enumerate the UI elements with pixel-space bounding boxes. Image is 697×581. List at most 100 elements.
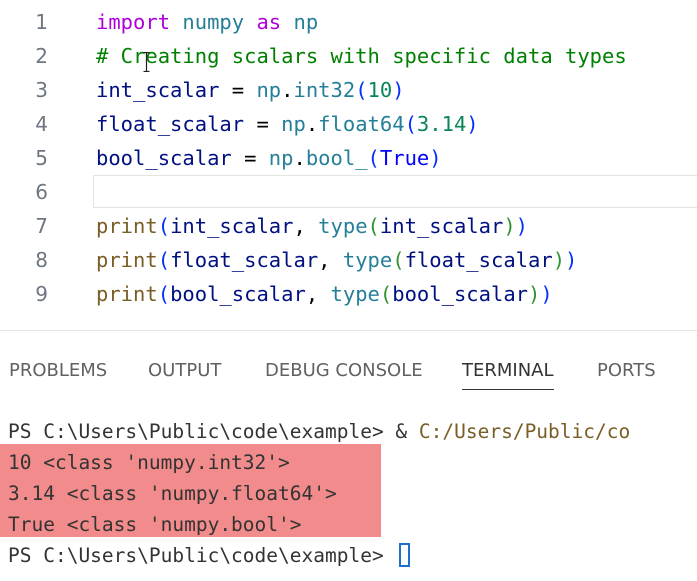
code-text: print(float_scalar, type(float_scalar)) <box>96 243 577 277</box>
code-token: int_scalar <box>379 214 504 238</box>
terminal-output-line: True <class 'numpy.bool'> <box>8 513 302 536</box>
bottom-panel: PROBLEMS OUTPUT DEBUG CONSOLE TERMINAL P… <box>0 330 697 581</box>
code-token: np <box>256 78 282 102</box>
code-token: type <box>330 282 380 306</box>
code-token: ) <box>429 146 442 170</box>
code-token: , <box>305 282 331 306</box>
code-line[interactable]: 3 int_scalar = np.int32(10) <box>0 73 697 107</box>
code-token: ( <box>157 248 171 272</box>
line-number: 4 <box>35 112 48 136</box>
line-number: 1 <box>35 10 48 34</box>
code-token: ( <box>355 78 368 102</box>
line-number: 9 <box>35 282 48 306</box>
code-token: ( <box>379 282 393 306</box>
code-token: bool_scalar <box>170 282 306 306</box>
code-token: = <box>219 78 257 102</box>
code-text: print(bool_scalar, type(bool_scalar)) <box>96 277 553 311</box>
code-token: ) <box>552 248 566 272</box>
code-token: . <box>281 78 294 102</box>
code-text: int_scalar = np.int32(10) <box>96 73 405 107</box>
code-token: ( <box>392 248 405 272</box>
code-token: # Creating scalars with specific data ty… <box>96 44 627 68</box>
code-token: . <box>293 146 306 170</box>
code-token: ( <box>157 282 171 306</box>
code-token: , <box>318 248 343 272</box>
code-token: ( <box>367 146 380 170</box>
code-token: ) <box>540 282 553 306</box>
terminal-output-line: 3.14 <class 'numpy.float64'> <box>8 482 337 505</box>
line-number: 5 <box>35 146 48 170</box>
tab-terminal[interactable]: TERMINAL <box>462 359 554 390</box>
text-cursor-icon <box>143 52 150 72</box>
code-token: print <box>96 282 158 306</box>
line-number: 2 <box>35 44 48 68</box>
tab-ports[interactable]: PORTS <box>597 359 656 389</box>
code-line[interactable]: 6 <box>0 175 697 209</box>
code-text: print(int_scalar, type(int_scalar)) <box>96 209 528 243</box>
terminal-prompt: PS C:\Users\Public\code\example> & <box>8 420 419 443</box>
code-token: , <box>293 214 319 238</box>
code-text: float_scalar = np.float64(3.14) <box>96 107 479 141</box>
code-token: bool_scalar <box>96 146 232 170</box>
code-token: int32 <box>293 78 356 102</box>
code-token: ) <box>466 112 479 136</box>
code-token: type <box>342 248 393 272</box>
terminal-cursor <box>399 543 411 567</box>
line-number: 6 <box>35 180 48 204</box>
code-token: print <box>96 214 158 238</box>
code-line[interactable]: 1 import numpy as np <box>0 5 697 39</box>
code-line[interactable]: 5 bool_scalar = np.bool_(True) <box>0 141 697 175</box>
code-token: bool_ <box>305 146 368 170</box>
code-line[interactable]: 7 print(int_scalar, type(int_scalar)) <box>0 209 697 243</box>
code-token: . <box>305 112 319 136</box>
code-text: # Creating scalars with specific data ty… <box>96 39 627 73</box>
terminal-command-line: PS C:\Users\Public\code\example> & C:/Us… <box>8 416 630 447</box>
code-token: = <box>231 146 269 170</box>
code-token: np <box>268 146 294 170</box>
code-token: True <box>379 146 430 170</box>
code-token: float64 <box>318 112 405 136</box>
code-token: ) <box>503 214 516 238</box>
code-text: bool_scalar = np.bool_(True) <box>96 141 442 175</box>
code-token: ) <box>528 282 541 306</box>
code-text: import numpy as np <box>96 5 318 39</box>
line-number: 7 <box>35 214 48 238</box>
code-token: print <box>96 248 158 272</box>
code-token: bool_scalar <box>392 282 528 306</box>
current-line-highlight <box>93 175 697 208</box>
code-token: int_scalar <box>170 214 294 238</box>
code-token: = <box>244 112 282 136</box>
line-number: 3 <box>35 78 48 102</box>
code-token: ( <box>404 112 417 136</box>
code-line[interactable]: 8 print(float_scalar, type(float_scalar)) <box>0 243 697 277</box>
code-token: ) <box>392 78 405 102</box>
code-editor[interactable]: 1 import numpy as np 2 # Creating scalars w… <box>0 0 697 330</box>
code-token: float_scalar <box>170 248 319 272</box>
code-token: int_scalar <box>96 78 220 102</box>
code-token: import <box>96 10 171 34</box>
code-token: ) <box>515 214 528 238</box>
code-token: as <box>256 10 282 34</box>
code-token: float_scalar <box>404 248 553 272</box>
code-line[interactable]: 4 float_scalar = np.float64(3.14) <box>0 107 697 141</box>
code-token: np <box>281 10 319 34</box>
code-token: float_scalar <box>96 112 245 136</box>
code-token: np <box>281 112 306 136</box>
line-number: 8 <box>35 248 48 272</box>
code-token: numpy <box>170 10 257 34</box>
code-token: ( <box>367 214 380 238</box>
terminal-output-line: 10 <class 'numpy.int32'> <box>8 451 290 474</box>
tab-output[interactable]: OUTPUT <box>148 359 221 389</box>
tab-problems[interactable]: PROBLEMS <box>9 359 107 389</box>
code-token: 3.14 <box>416 112 467 136</box>
code-line[interactable]: 9 print(bool_scalar, type(bool_scalar)) <box>0 277 697 311</box>
terminal-command-path: C:/Users/Public/co <box>418 420 631 443</box>
terminal-prompt: PS C:\Users\Public\code\example> <box>8 544 396 567</box>
code-token: type <box>318 214 368 238</box>
code-token: ( <box>157 214 171 238</box>
tab-debug-console[interactable]: DEBUG CONSOLE <box>265 359 423 389</box>
code-token: ) <box>565 248 578 272</box>
terminal-final-prompt-line: PS C:\Users\Public\code\example> <box>8 540 411 571</box>
code-token: 10 <box>367 78 393 102</box>
code-line[interactable]: 2 # Creating scalars with specific data t… <box>0 39 697 73</box>
